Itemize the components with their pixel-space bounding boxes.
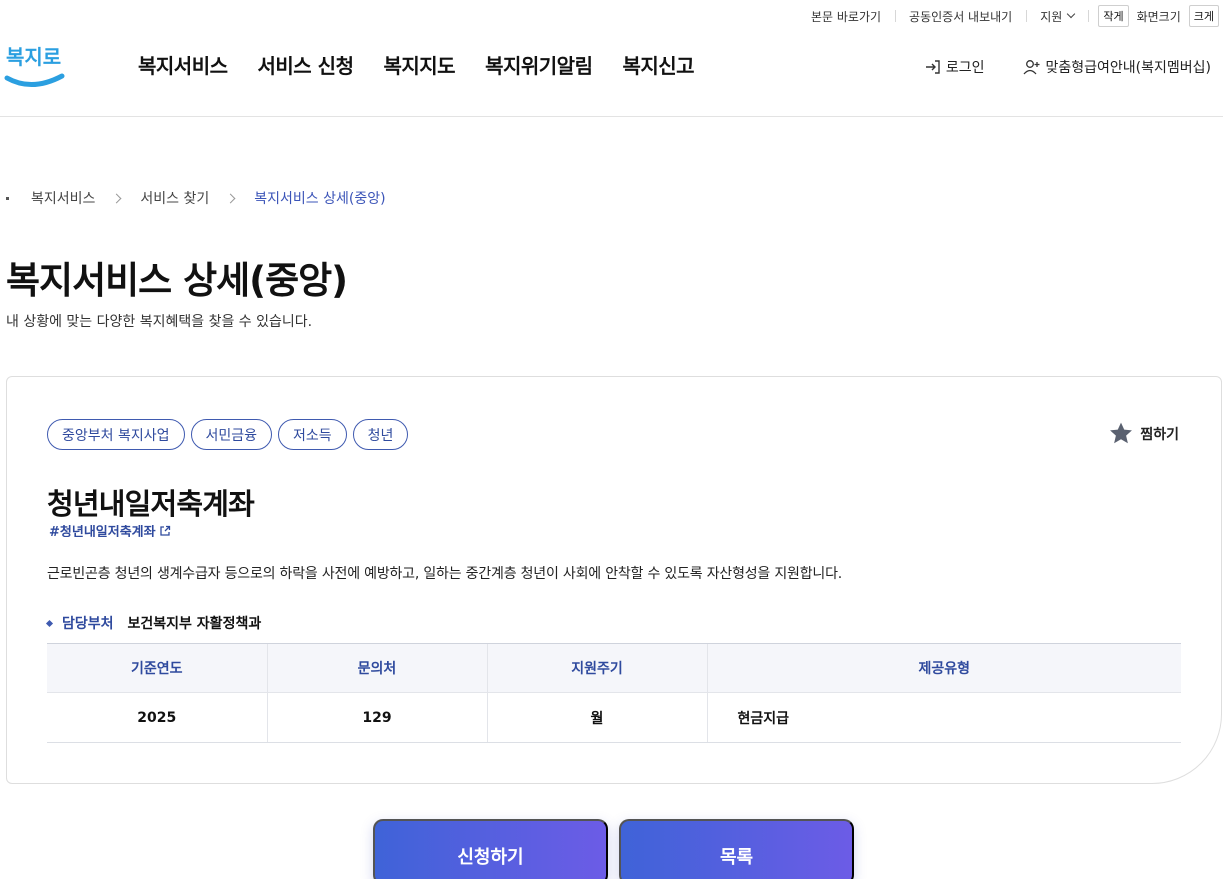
main-navigation: 복지서비스 서비스 신청 복지지도 복지위기알림 복지신고 xyxy=(138,50,695,79)
diamond-bullet-icon xyxy=(45,619,54,627)
nav-welfare-map[interactable]: 복지지도 xyxy=(383,50,455,79)
cert-export-link[interactable]: 공동인증서 내보내기 xyxy=(895,8,1026,24)
table-cell-base-year: 2025 xyxy=(47,692,267,743)
login-icon xyxy=(925,60,940,74)
chevron-right-icon xyxy=(111,193,122,203)
user-plus-icon xyxy=(1023,60,1040,75)
bookmark-label: 찜하기 xyxy=(1140,426,1179,443)
login-link[interactable]: 로그인 xyxy=(925,57,985,77)
service-hashtag-link[interactable]: #청년내일저축계좌 xyxy=(49,525,171,537)
header-user-menu: 로그인 맞춤형급여안내(복지멤버십) xyxy=(925,57,1211,77)
breadcrumb: 복지서비스 서비스 찾기 복지서비스 상세(중앙) xyxy=(6,188,386,208)
table-header-cell: 제공유형 xyxy=(706,643,1181,693)
nav-service-apply[interactable]: 서비스 신청 xyxy=(258,50,354,79)
service-tags: 중앙부처 복지사업 서민금융 저소득 청년 xyxy=(47,419,409,450)
table-header-cell: 기준연도 xyxy=(47,643,267,693)
page-description: 내 상황에 맞는 다양한 복지혜택을 찾을 수 있습니다. xyxy=(6,314,313,330)
breadcrumb-item-welfare-service[interactable]: 복지서비스 xyxy=(31,188,95,208)
bokjiro-logo-icon: 복지로 xyxy=(4,45,65,87)
breadcrumb-item-service-search[interactable]: 서비스 찾기 xyxy=(140,188,209,208)
support-label: 지원 xyxy=(1040,9,1063,24)
action-buttons: 신청하기 목록 xyxy=(373,819,854,879)
service-detail-card: 중앙부처 복지사업 서민금융 저소득 청년 찜하기 청년내일저축계좌 #청년내일… xyxy=(6,376,1222,784)
department-info: 담당부처 보건복지부 자활정책과 xyxy=(45,613,262,633)
font-size-label: 화면크기 xyxy=(1136,9,1181,24)
page-title: 복지서비스 상세(중앙) xyxy=(6,259,348,302)
nav-welfare-crisis-alert[interactable]: 복지위기알림 xyxy=(485,50,593,79)
tag-item[interactable]: 청년 xyxy=(352,419,409,450)
font-small-button[interactable]: 작게 xyxy=(1098,5,1129,27)
utility-bar: 본문 바로가기 공동인증서 내보내기 지원 작게 화면크기 크게 xyxy=(797,4,1223,28)
support-dropdown[interactable]: 지원 xyxy=(1026,8,1090,24)
svg-text:복지로: 복지로 xyxy=(6,45,61,69)
table-row: 2025 129 월 현금지급 xyxy=(47,692,1181,743)
breadcrumb-home-dot xyxy=(6,196,9,200)
nav-welfare-service[interactable]: 복지서비스 xyxy=(138,50,228,79)
service-title: 청년내일저축계좌 xyxy=(47,487,255,521)
tag-item[interactable]: 중앙부처 복지사업 xyxy=(47,419,185,450)
bookmark-button[interactable]: 찜하기 xyxy=(1108,421,1179,446)
skip-to-content-link[interactable]: 본문 바로가기 xyxy=(797,8,895,24)
star-icon xyxy=(1110,422,1133,444)
external-link-icon xyxy=(159,525,170,536)
table-cell-contact: 129 xyxy=(266,692,487,743)
department-label: 담당부처 xyxy=(62,616,114,632)
nav-welfare-report[interactable]: 복지신고 xyxy=(622,50,694,79)
tag-item[interactable]: 저소득 xyxy=(278,419,347,450)
chevron-right-icon xyxy=(225,193,236,203)
tag-item[interactable]: 서민금융 xyxy=(190,419,273,450)
service-description: 근로빈곤층 청년의 생계수급자 등으로의 하락을 사전에 예방하고, 일하는 중… xyxy=(47,566,843,582)
apply-button[interactable]: 신청하기 xyxy=(373,819,608,879)
login-label: 로그인 xyxy=(945,60,985,76)
breadcrumb-item-current: 복지서비스 상세(중앙) xyxy=(254,191,386,207)
list-button[interactable]: 목록 xyxy=(619,819,854,879)
membership-label: 맞춤형급여안내(복지멤버십) xyxy=(1045,60,1211,76)
membership-link[interactable]: 맞춤형급여안내(복지멤버십) xyxy=(1023,57,1211,77)
table-cell-provision-type: 현금지급 xyxy=(706,692,1181,743)
table-cell-support-cycle: 월 xyxy=(486,692,707,743)
table-header-cell: 지원주기 xyxy=(486,643,707,693)
header-divider xyxy=(0,116,1223,117)
site-logo[interactable]: 복지로 xyxy=(4,34,66,90)
chevron-down-icon xyxy=(1067,9,1076,19)
font-large-button[interactable]: 크게 xyxy=(1188,5,1219,27)
service-info-table: 기준연도 문의처 지원주기 제공유형 2025 129 월 현금지급 xyxy=(47,643,1181,743)
department-value: 보건복지부 자활정책과 xyxy=(127,616,262,632)
service-hashtag: #청년내일저축계좌 xyxy=(49,525,156,537)
table-header-cell: 문의처 xyxy=(266,643,487,693)
table-header-row: 기준연도 문의처 지원주기 제공유형 xyxy=(47,643,1181,693)
